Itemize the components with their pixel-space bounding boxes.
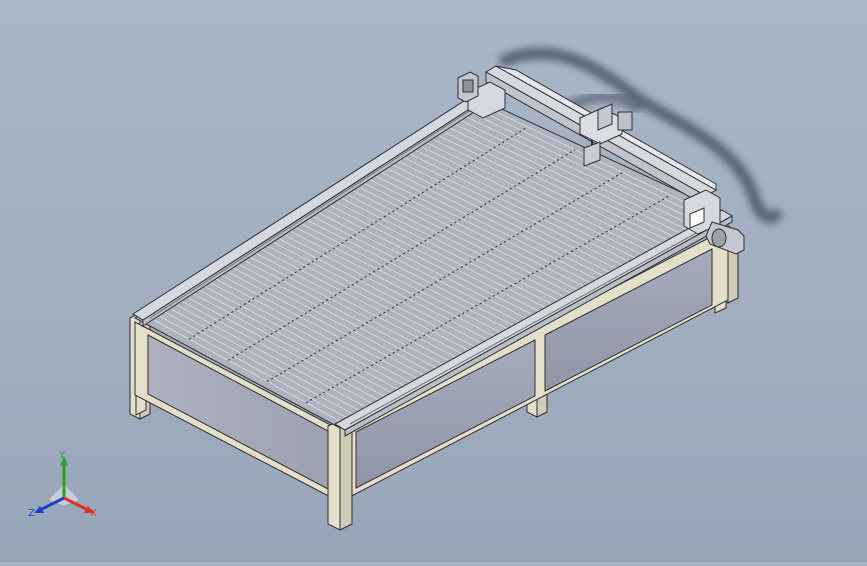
front-right-leg (327, 419, 353, 531)
coordinate-triad: Y X Z (26, 448, 106, 528)
graphics-viewport[interactable]: Y X Z (0, 0, 867, 562)
x-axis-label: X (90, 508, 97, 519)
gantry-right-carriage (683, 189, 745, 255)
cnc-table-model[interactable] (0, 0, 867, 562)
y-axis-label: Y (58, 450, 66, 461)
z-axis-label: Z (28, 508, 35, 519)
